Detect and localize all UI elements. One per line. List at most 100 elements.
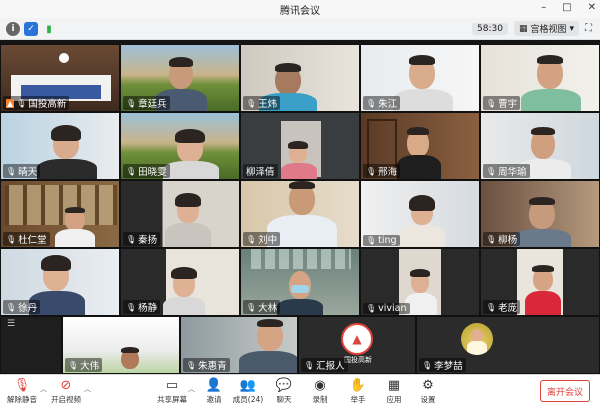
participant-name: 柳泽倩 bbox=[246, 167, 275, 178]
grid-icon: ▦ bbox=[518, 23, 528, 34]
members-button[interactable]: 👥 成员(24) bbox=[228, 378, 268, 405]
list-icon[interactable]: ☰ bbox=[7, 319, 15, 329]
microphone-icon: 🎙 bbox=[486, 98, 497, 108]
apps-icon: ▦ bbox=[387, 378, 401, 393]
participant-name: 国投高新 bbox=[28, 99, 67, 110]
maximize-icon[interactable]: □ bbox=[562, 2, 571, 13]
microphone-icon: 🎙 bbox=[16, 98, 27, 108]
participant-name: 秦扬 bbox=[138, 235, 158, 246]
video-tile[interactable]: 🎙 曹宇 bbox=[480, 44, 600, 112]
microphone-icon: 🎙 bbox=[304, 360, 315, 370]
video-tile[interactable]: 🎙 朱江 bbox=[360, 44, 480, 112]
info-icon[interactable]: i bbox=[6, 22, 20, 36]
video-tile[interactable]: 🎙 邢海 bbox=[360, 112, 480, 180]
microphone-off-icon: 🎙 bbox=[13, 378, 31, 393]
meeting-timer: 58:30 bbox=[472, 22, 508, 35]
video-tile[interactable]: 🎙 大伟 bbox=[62, 316, 180, 374]
video-tile[interactable]: 🎙 王炜 bbox=[240, 44, 360, 112]
microphone-icon: 🎙 bbox=[6, 234, 17, 244]
members-icon: 👥 bbox=[239, 378, 257, 393]
participant-name: 章廷兵 bbox=[138, 99, 167, 110]
participant-name: 邢海 bbox=[378, 167, 398, 178]
video-tile[interactable]: 🎙 ting bbox=[360, 180, 480, 248]
video-tile[interactable]: 🎙 徐丹 bbox=[0, 248, 120, 316]
microphone-icon: 🎙 bbox=[246, 98, 257, 108]
share-screen-label: 共享屏幕 bbox=[157, 395, 187, 404]
video-tile[interactable]: ☰ bbox=[0, 316, 62, 374]
unmute-label: 解除静音 bbox=[7, 395, 37, 404]
video-tile[interactable]: 🎙 晴天 bbox=[0, 112, 120, 180]
microphone-icon: 🎙 bbox=[486, 166, 497, 176]
video-tile[interactable]: 🎙 vivian bbox=[360, 248, 480, 316]
settings-label: 设置 bbox=[420, 395, 436, 404]
members-label: 成员(24) bbox=[232, 395, 264, 404]
participant-name: 朱惠青 bbox=[198, 361, 227, 372]
video-tile[interactable]: 🎙 田晓雯 bbox=[120, 112, 240, 180]
video-tile[interactable]: 🎙 周华瑜 bbox=[480, 112, 600, 180]
minimize-icon[interactable]: – bbox=[541, 2, 546, 13]
raise-hand-button[interactable]: ✋ 举手 bbox=[338, 378, 378, 405]
microphone-icon: 🎙 bbox=[6, 302, 17, 312]
unmute-button[interactable]: 🎙 解除静音 bbox=[2, 378, 42, 405]
participant-name: vivian bbox=[378, 303, 407, 314]
video-tile[interactable]: 🎙 章廷兵 bbox=[120, 44, 240, 112]
video-tile[interactable]: 🎙 杜仁堂 bbox=[0, 180, 120, 248]
microphone-icon: 🎙 bbox=[186, 360, 197, 370]
apps-label: 应用 bbox=[386, 395, 402, 404]
chat-button[interactable]: 💬 聊天 bbox=[264, 378, 304, 405]
video-tile[interactable]: 🎙 柳杨 bbox=[480, 180, 600, 248]
video-tile[interactable]: 🎙 李梦喆 bbox=[416, 316, 600, 374]
participant-name: 朱江 bbox=[378, 99, 398, 110]
start-video-label: 开启视频 bbox=[51, 395, 81, 404]
participant-name: 杜仁堂 bbox=[18, 235, 47, 246]
video-tile[interactable]: 🎙 秦扬 bbox=[120, 180, 240, 248]
microphone-icon: 🎙 bbox=[486, 302, 497, 312]
participant-name: 杨静 bbox=[138, 303, 158, 314]
company-logo: ▲ bbox=[341, 323, 373, 355]
microphone-icon: 🎙 bbox=[486, 234, 497, 244]
chevron-down-icon: ▾ bbox=[569, 23, 574, 34]
invite-icon: 👤 bbox=[205, 378, 223, 393]
chat-icon: 💬 bbox=[275, 378, 293, 393]
microphone-icon: 🎙 bbox=[68, 360, 79, 370]
video-tile[interactable]: 🎙 刘中 bbox=[240, 180, 360, 248]
shield-icon[interactable]: ✓ bbox=[24, 22, 38, 36]
participant-name: 老庞 bbox=[498, 303, 518, 314]
microphone-icon: 🎙 bbox=[422, 360, 433, 370]
invite-label: 邀请 bbox=[206, 395, 222, 404]
microphone-icon: 🎙 bbox=[246, 302, 257, 312]
record-button[interactable]: ◉ 录制 bbox=[300, 378, 340, 405]
video-tile[interactable]: ▲ 国投高新 🎙 汇报人 bbox=[298, 316, 416, 374]
participant-name: ting bbox=[378, 235, 397, 246]
share-screen-button[interactable]: ▭ 共享屏幕 bbox=[152, 378, 192, 405]
chevron-up-icon[interactable]: ︿ bbox=[84, 384, 91, 394]
video-tile[interactable]: 🎙 杨静 bbox=[120, 248, 240, 316]
share-screen-icon: ▭ bbox=[165, 378, 179, 393]
close-icon[interactable]: ✕ bbox=[588, 2, 596, 13]
start-video-button[interactable]: ⊘ 开启视频 bbox=[46, 378, 86, 405]
video-tile[interactable]: 🎙 大林 bbox=[240, 248, 360, 316]
participant-name: 王炜 bbox=[258, 99, 278, 110]
video-grid: ▲ 🎙 国投高新 🎙 章廷兵 🎙 王炜 🎙 朱江 🎙 曹宇 🎙 晴天 🎙 田晓雯… bbox=[0, 40, 600, 374]
participant-name: 周华瑜 bbox=[498, 167, 527, 178]
chat-label: 聊天 bbox=[276, 395, 292, 404]
microphone-icon: 🎙 bbox=[126, 302, 137, 312]
window-title: 腾讯会议 bbox=[280, 5, 320, 17]
video-tile[interactable]: 🎙 朱惠青 bbox=[180, 316, 298, 374]
participant-name: 柳杨 bbox=[498, 235, 518, 246]
participant-name: 刘中 bbox=[258, 235, 278, 246]
signal-icon[interactable]: ▮ bbox=[42, 22, 56, 36]
view-mode-button[interactable]: ▦ 宫格视图 ▾ bbox=[513, 21, 579, 36]
video-tile[interactable]: 柳泽倩 bbox=[240, 112, 360, 180]
fullscreen-icon[interactable]: ⛶ bbox=[585, 23, 592, 34]
microphone-icon: 🎙 bbox=[366, 236, 377, 245]
participant-name: 晴天 bbox=[18, 167, 38, 178]
video-tile[interactable]: 🎙 老庞 bbox=[480, 248, 600, 316]
avatar bbox=[461, 323, 493, 355]
leave-meeting-button[interactable]: 离开会议 bbox=[540, 380, 590, 402]
video-tile[interactable]: ▲ 🎙 国投高新 bbox=[0, 44, 120, 112]
microphone-icon: 🎙 bbox=[366, 166, 377, 176]
control-bar: 🎙 解除静音 ︿ ⊘ 开启视频 ︿ ▭ 共享屏幕 ︿ 👤 邀请 👥 成员(24)… bbox=[0, 374, 600, 406]
settings-button[interactable]: ⚙ 设置 bbox=[408, 378, 448, 405]
participant-name: 汇报人 bbox=[316, 361, 345, 372]
